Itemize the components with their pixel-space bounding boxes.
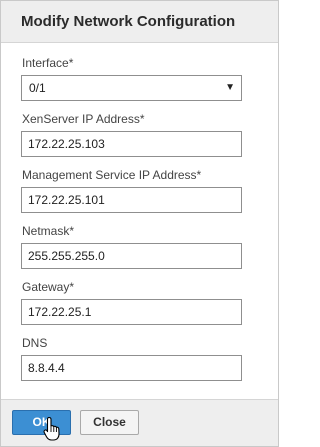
hand-pointer-icon [43, 416, 60, 441]
netmask-input[interactable] [21, 243, 242, 269]
modify-network-dialog: Modify Network Configuration Interface* … [0, 0, 279, 447]
interface-select-value: 0/1 [29, 81, 46, 95]
dns-label: DNS [22, 336, 48, 350]
gateway-input[interactable] [21, 299, 242, 325]
netmask-label: Netmask* [22, 224, 75, 238]
interface-select[interactable]: 0/1 ▼ [21, 75, 242, 101]
xenserver-ip-label: XenServer IP Address* [22, 112, 145, 126]
dialog-header: Modify Network Configuration [1, 1, 278, 43]
management-ip-input[interactable] [21, 187, 242, 213]
ok-button[interactable]: OK [12, 410, 71, 435]
management-ip-label: Management Service IP Address* [22, 168, 202, 182]
dialog-title: Modify Network Configuration [21, 13, 236, 30]
close-button[interactable]: Close [80, 410, 139, 435]
gateway-label: Gateway* [22, 280, 75, 294]
chevron-down-icon: ▼ [225, 82, 235, 93]
interface-label: Interface* [22, 56, 74, 70]
xenserver-ip-input[interactable] [21, 131, 242, 157]
dns-input[interactable] [21, 355, 242, 381]
